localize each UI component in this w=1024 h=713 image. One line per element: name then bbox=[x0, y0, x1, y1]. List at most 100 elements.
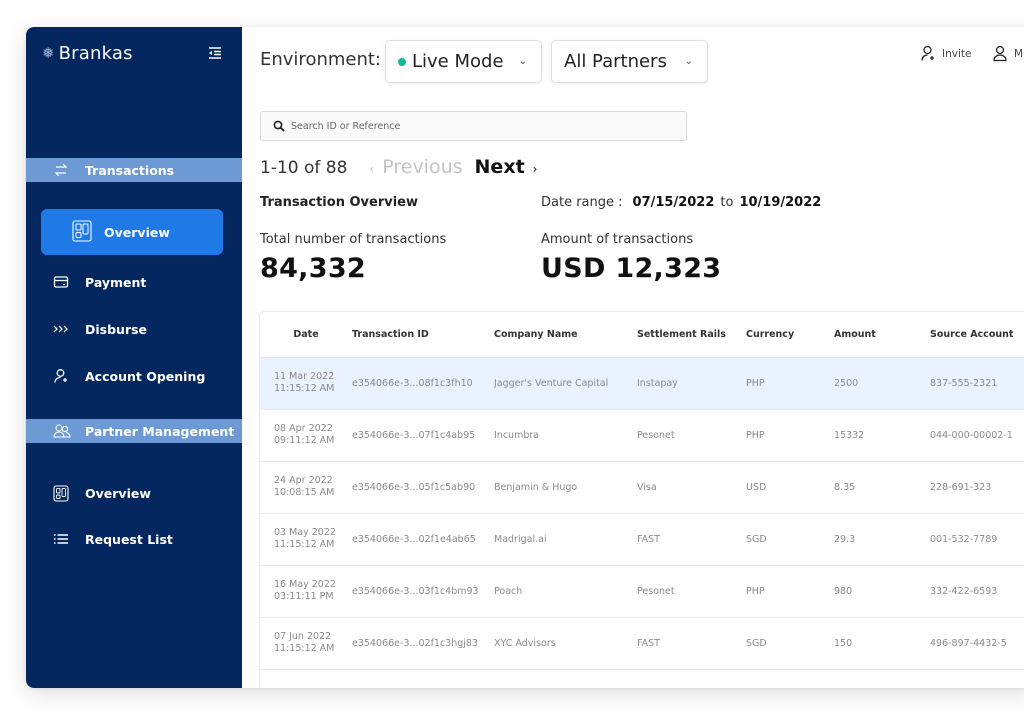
sidebar-item-account-opening[interactable]: Account Opening bbox=[26, 361, 242, 391]
cell-source-account: 332-422-6593 bbox=[930, 585, 998, 597]
cell-currency: SGD bbox=[746, 637, 767, 649]
cell-date: 16 May 2022 03:11:11 PM bbox=[260, 565, 352, 617]
overview-title: Transaction Overview bbox=[260, 195, 418, 210]
environment-select[interactable]: Live Mode ⌄ bbox=[385, 40, 542, 83]
cell-date: 08 Apr 2022 09:11:12 AM bbox=[260, 409, 352, 461]
amount-transactions-value: USD 12,323 bbox=[541, 253, 722, 284]
date-from[interactable]: 07/15/2022 bbox=[633, 195, 715, 210]
date-to-label: to bbox=[720, 195, 734, 210]
page-range: 1-10 of 88 bbox=[260, 158, 348, 178]
invite-label: Invite bbox=[942, 47, 972, 60]
cell-source-account: 837-555-2321 bbox=[930, 377, 998, 389]
search-box[interactable] bbox=[260, 111, 687, 141]
column-header-source-account[interactable]: Source Account bbox=[930, 312, 1024, 358]
transactions-table: Date Transaction ID Company Name Settlem… bbox=[260, 312, 1024, 670]
next-label: Next bbox=[474, 156, 525, 178]
sidebar-section-transactions[interactable]: Transactions bbox=[26, 158, 242, 182]
cell-company-name: Incumbra bbox=[494, 429, 540, 441]
cell-date-time: 11:15:12 AM bbox=[274, 643, 335, 654]
user-menu-button[interactable]: M bbox=[992, 45, 1023, 62]
cell-transaction-id: e354066e-3...03f1c4bm93 bbox=[352, 585, 479, 597]
table-row[interactable]: 16 May 2022 03:11:11 PM e354066e-3...03f1c… bbox=[260, 565, 1024, 617]
cell-company-name: Benjamin & Hugo bbox=[494, 481, 578, 493]
date-range: Date range : 07/15/2022 to 10/19/2022 bbox=[541, 195, 821, 210]
cell-date: 11 Mar 2022 11:15:12 AM bbox=[260, 357, 352, 409]
column-header-amount[interactable]: Amount bbox=[834, 312, 930, 358]
triple-chevron-icon bbox=[53, 321, 69, 337]
total-transactions-label: Total number of transactions bbox=[260, 232, 447, 247]
card-icon bbox=[53, 274, 69, 290]
date-range-label: Date range : bbox=[541, 195, 623, 210]
cell-date-time: 11:15:12 AM bbox=[274, 383, 335, 394]
date-to[interactable]: 10/19/2022 bbox=[739, 195, 821, 210]
cell-currency: PHP bbox=[746, 585, 765, 597]
sidebar-section-partner-management[interactable]: Partner Management bbox=[26, 419, 242, 443]
column-header-settlement-rails[interactable]: Settlement Rails bbox=[637, 312, 746, 358]
cell-date-day: 16 May 2022 bbox=[274, 579, 336, 590]
table-row[interactable]: 24 Apr 2022 10:08:15 AM e354066e-3...05f1c… bbox=[260, 461, 1024, 513]
cell-transaction-id: e354066e-3...07f1c4ab95 bbox=[352, 429, 476, 441]
cell-transaction-id: e354066e-3...02f1c3hgj83 bbox=[352, 637, 479, 649]
cell-company-name: Poach bbox=[494, 585, 523, 597]
user-add-icon bbox=[53, 368, 69, 384]
column-header-transaction-id[interactable]: Transaction ID bbox=[352, 312, 494, 358]
user-add-icon bbox=[921, 45, 934, 61]
section-label: Transactions bbox=[85, 162, 175, 178]
brand-logo[interactable]: ❅ Brankas bbox=[42, 43, 133, 64]
cell-settlement-rails: FAST bbox=[637, 637, 660, 649]
next-page-button[interactable]: Next › bbox=[475, 156, 538, 178]
sidebar: ❅ Brankas Transactions Overview Payment … bbox=[26, 27, 242, 688]
cell-company-name: Jagger's Venture Capital bbox=[494, 377, 609, 389]
table-row[interactable]: 07 Jun 2022 11:15:12 AM e354066e-3...02f1c… bbox=[260, 617, 1024, 669]
brand-name: Brankas bbox=[58, 43, 133, 64]
cell-company-name: XYC Advisors bbox=[494, 637, 556, 649]
nav-label: Overview bbox=[85, 485, 151, 501]
previous-label: Previous bbox=[382, 156, 463, 178]
cell-settlement-rails: Pesonet bbox=[637, 429, 675, 441]
sidebar-item-partner-overview[interactable]: Overview bbox=[26, 478, 242, 508]
column-header-date[interactable]: Date bbox=[260, 312, 352, 358]
cell-settlement-rails: Visa bbox=[637, 481, 657, 493]
cell-transaction-id: e354066e-3...08f1c3fh10 bbox=[352, 377, 473, 389]
section-label: Partner Management bbox=[85, 423, 235, 439]
cell-company-name: Madrigal.ai bbox=[494, 533, 547, 545]
table-row[interactable]: 11 Mar 2022 11:15:12 AM e354066e-3...08f1c… bbox=[260, 357, 1024, 409]
cell-date-day: 24 Apr 2022 bbox=[274, 475, 333, 486]
cell-amount: 8.35 bbox=[834, 481, 856, 493]
column-header-company-name[interactable]: Company Name bbox=[494, 312, 637, 358]
partner-select[interactable]: All Partners ⌄ bbox=[551, 40, 708, 83]
cell-source-account: 228-691-323 bbox=[930, 481, 992, 493]
total-transactions-value: 84,332 bbox=[260, 253, 366, 284]
table-row[interactable]: 08 Apr 2022 09:11:12 AM e354066e-3...07f1c… bbox=[260, 409, 1024, 461]
cell-source-account: 044-000-00002-1 bbox=[930, 429, 1013, 441]
sidebar-item-payment[interactable]: Payment bbox=[26, 267, 242, 297]
dashboard-grid-icon bbox=[53, 485, 69, 502]
nav-label: Disburse bbox=[85, 321, 148, 337]
sidebar-item-request-list[interactable]: Request List bbox=[26, 524, 242, 554]
search-icon bbox=[273, 120, 285, 132]
chevron-right-icon: › bbox=[532, 162, 538, 176]
environment-value: Live Mode bbox=[412, 51, 504, 72]
nav-label: Request List bbox=[85, 531, 173, 547]
cell-date-time: 03:11:11 PM bbox=[274, 591, 334, 602]
cell-settlement-rails: Pesonet bbox=[637, 585, 675, 597]
column-header-currency[interactable]: Currency bbox=[746, 312, 834, 358]
table-row[interactable]: 03 May 2022 11:15:12 AM e354066e-3...02f1e… bbox=[260, 513, 1024, 565]
cell-amount: 15332 bbox=[834, 429, 865, 441]
sidebar-item-transactions-overview[interactable]: Overview bbox=[41, 209, 223, 255]
collapse-sidebar-button[interactable] bbox=[207, 45, 223, 61]
environment-label: Environment: bbox=[260, 49, 381, 70]
pagination: 1-10 of 88 ‹ Previous Next › bbox=[260, 156, 537, 178]
cell-date-time: 10:08:15 AM bbox=[274, 487, 335, 498]
cell-date: 24 Apr 2022 10:08:15 AM bbox=[260, 461, 352, 513]
cell-transaction-id: e354066e-3...02f1e4ab65 bbox=[352, 533, 476, 545]
live-status-dot bbox=[398, 57, 406, 66]
invite-button[interactable]: Invite bbox=[920, 45, 971, 62]
sidebar-item-disburse[interactable]: Disburse bbox=[26, 314, 242, 344]
cell-currency: USD bbox=[746, 481, 767, 493]
previous-page-button[interactable]: ‹ Previous bbox=[369, 156, 462, 178]
cell-source-account: 001-532-7789 bbox=[930, 533, 998, 545]
chevron-left-icon: ‹ bbox=[369, 162, 375, 176]
search-input[interactable] bbox=[291, 120, 671, 132]
user-icon bbox=[993, 45, 1007, 62]
